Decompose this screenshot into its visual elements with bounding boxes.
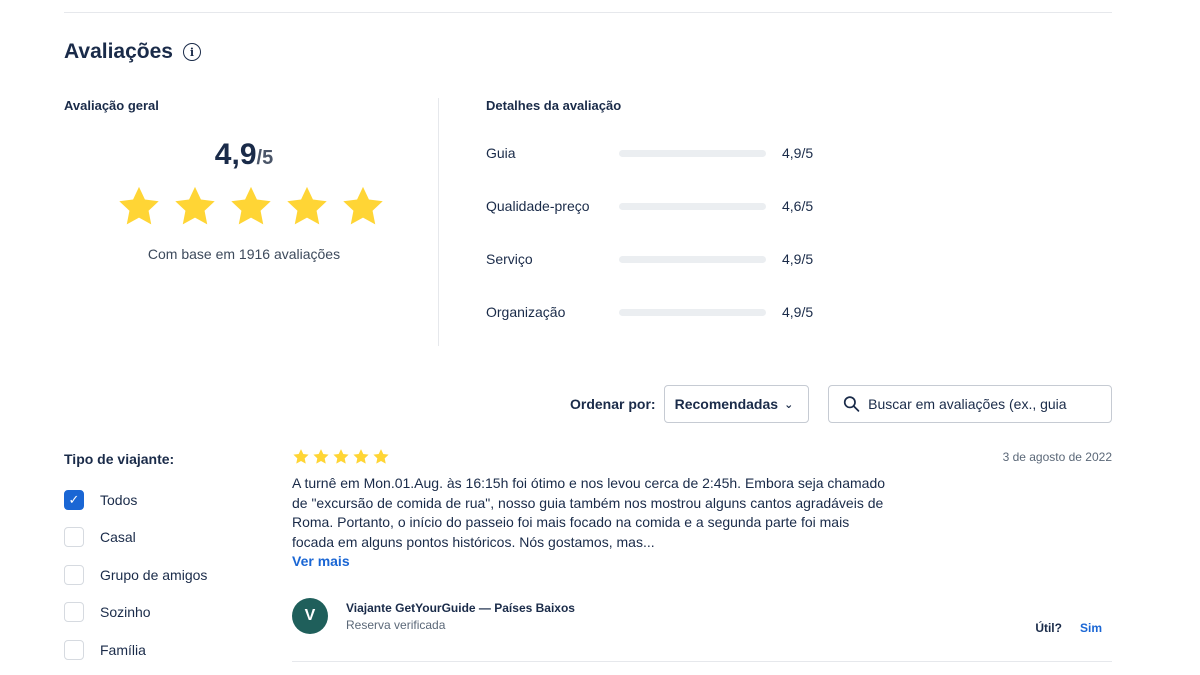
search-icon [843,396,860,412]
star-icon [373,449,389,464]
review-star-rating [292,448,1112,465]
star-icon [353,449,369,464]
rating-bar [619,255,766,263]
sort-selected: Recomendadas [674,396,779,412]
helpful-section: Útil? Sim [1035,621,1102,635]
checkbox[interactable] [64,639,84,660]
top-divider [64,12,1112,13]
filter-casal[interactable]: Casal [64,519,274,557]
detail-name: Guia [486,145,516,161]
read-more-link[interactable]: Ver mais [292,553,1112,569]
avatar: V [292,598,328,634]
detail-name: Organização [486,304,566,320]
sort-dropdown[interactable]: Recomendadas ⌄ [663,385,809,423]
filter-label: Grupo de amigos [100,566,208,583]
page-title: Avaliações [64,40,173,63]
score-max: /5 [256,147,274,169]
filter-label: Sozinho [100,604,151,621]
overall-rating: Avaliação geral 4,9/5 Com base em 1916 a… [64,98,434,262]
checkbox[interactable]: ✓ [64,489,84,510]
detail-row-guia: Guia 4,9/5 [486,143,886,163]
overall-label: Avaliação geral [64,98,159,113]
chevron-down-icon: ⌄ [784,398,794,411]
sort-control: Ordenar por: Recomendadas ⌄ [570,385,809,423]
star-rating [116,184,386,228]
filter-label: Casal [100,529,136,546]
search-input[interactable] [868,396,1097,412]
star-icon [175,186,215,225]
rating-details: Detalhes da avaliação Guia 4,9/5 Qualida… [486,98,886,320]
review-date: 3 de agosto de 2022 [1002,450,1112,464]
review-author: V Viajante GetYourGuide — Países Baixos … [292,598,575,634]
filter-title: Tipo de viajante: [64,451,175,467]
filter-label: Todos [100,491,138,508]
helpful-label: Útil? [1035,621,1062,635]
filter-familia[interactable]: Família [64,631,274,669]
detail-name: Qualidade-preço [486,198,590,214]
verified-badge: Reserva verificada [346,617,446,632]
sort-label: Ordenar por: [570,396,656,412]
detail-name: Serviço [486,251,533,267]
detail-row-servico: Serviço 4,9/5 [486,249,886,269]
reviews-header: Avaliações i [64,40,201,64]
author-name: Viajante GetYourGuide — Países Baixos [346,600,575,615]
review-card: 3 de agosto de 2022 A turnê em Mon.01.Au… [292,448,1112,635]
rating-bar [619,308,766,316]
checkbox[interactable] [64,527,84,548]
checkbox[interactable] [64,564,84,585]
detail-value: 4,9/5 [782,145,814,161]
detail-row-qualidade-preco: Qualidade-preço 4,6/5 [486,196,886,216]
checkbox[interactable] [64,602,84,623]
traveler-type-filter: Tipo de viajante: ✓ Todos Casal Grupo de… [64,451,274,669]
rating-bar [619,149,766,157]
detail-value: 4,9/5 [782,251,814,267]
detail-value: 4,6/5 [782,198,814,214]
star-icon [231,186,271,225]
rating-bar [619,202,766,210]
star-icon [293,449,309,464]
helpful-yes-button[interactable]: Sim [1080,621,1102,635]
vertical-divider [438,98,439,346]
details-label: Detalhes da avaliação [486,98,622,113]
filter-sozinho[interactable]: Sozinho [64,594,274,632]
info-icon[interactable]: i [182,43,201,61]
filter-grupo-de-amigos[interactable]: Grupo de amigos [64,556,274,594]
star-icon [333,449,349,464]
rating-count: Com base em 1916 avaliações [147,246,341,262]
review-text: A turnê em Mon.01.Aug. às 16:15h foi óti… [292,475,886,550]
overall-score: 4,9/5 [64,138,424,172]
star-icon [313,449,329,464]
detail-value: 4,9/5 [782,304,814,320]
star-icon [287,186,327,225]
review-divider [292,661,1112,662]
review-search[interactable] [828,385,1112,423]
star-icon [119,186,159,225]
filter-todos[interactable]: ✓ Todos [64,481,274,519]
detail-row-organizacao: Organização 4,9/5 [486,302,886,322]
star-icon [343,186,383,225]
filter-label: Família [100,641,146,658]
score-value: 4,9 [214,138,257,171]
